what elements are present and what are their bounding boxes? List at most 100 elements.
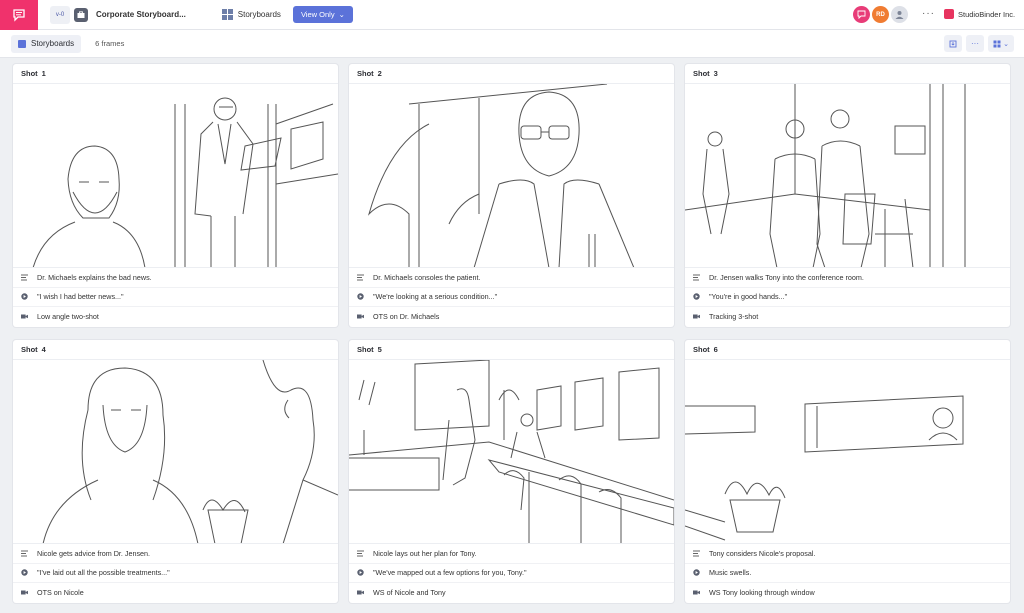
camera-text: OTS on Nicole: [37, 588, 84, 598]
collaborator-avatars: RD: [853, 6, 908, 23]
shot-card[interactable]: Shot 1 Dr. Michaels explains the bad news…: [13, 64, 338, 327]
shot-header: Shot 5: [349, 340, 674, 360]
camera-text: OTS on Dr. Michaels: [373, 312, 440, 322]
shot-number: 6: [713, 345, 718, 354]
shot-frame-image[interactable]: [685, 84, 1010, 268]
dialogue-text: "We've mapped out a few options for you,…: [373, 568, 527, 578]
video-camera-icon: [693, 313, 700, 320]
shot-card[interactable]: Shot 4 Nicole gets advice from Dr. Jensen…: [13, 340, 338, 603]
description-text: Nicole gets advice from Dr. Jensen.: [37, 548, 151, 558]
avatar[interactable]: RD: [872, 6, 889, 23]
sub-bar: Storyboards 6 frames ··· ⌄: [0, 30, 1024, 58]
shot-card[interactable]: Shot 3 Dr. Jensen walks Tony into the con…: [685, 64, 1010, 327]
text-lines-icon: [357, 274, 364, 281]
shot-card[interactable]: Shot 2 Dr. Michaels consoles the patient.…: [349, 64, 674, 327]
shot-label: Shot: [21, 345, 38, 354]
sketch-illustration: [349, 360, 674, 543]
frame-count: 6 frames: [95, 39, 125, 48]
text-lines-icon: [21, 274, 28, 281]
storyboards-tab[interactable]: Storyboards: [11, 34, 82, 53]
shot-description: Dr. Michaels consoles the patient.: [349, 268, 674, 288]
org-logo-icon: [944, 9, 954, 19]
nav-storyboards[interactable]: Storyboards: [238, 10, 281, 19]
shot-dialogue: "You're in good hands...": [685, 288, 1010, 307]
view-only-label: View Only: [300, 10, 335, 19]
description-text: Tony considers Nicole's proposal.: [709, 548, 816, 558]
storyboard-grid-icon: [221, 9, 233, 20]
shot-camera: Tracking 3-shot: [685, 307, 1010, 327]
shot-dialogue: "We're looking at a serious condition...…: [349, 288, 674, 307]
shot-number: 1: [41, 69, 46, 78]
shot-camera: WS Tony looking through window: [685, 583, 1010, 603]
shot-label: Shot: [693, 69, 710, 78]
play-circle-icon: [693, 293, 700, 300]
shot-camera: WS of Nicole and Tony: [349, 583, 674, 603]
dialogue-text: "We're looking at a serious condition...…: [373, 292, 498, 302]
layout-icon: [993, 40, 1001, 47]
shot-header: Shot 3: [685, 64, 1010, 84]
camera-text: WS of Nicole and Tony: [373, 588, 446, 598]
more-button[interactable]: ···: [966, 35, 984, 52]
chat-logo-icon: [13, 8, 25, 22]
top-bar: v-0 Corporate Storyboard... Storyboards …: [0, 0, 1024, 30]
shot-label: Shot: [693, 345, 710, 354]
sketch-illustration: [42, 360, 338, 543]
shot-frame-image[interactable]: [685, 360, 1010, 544]
text-lines-icon: [357, 550, 364, 557]
shot-camera: OTS on Nicole: [13, 583, 338, 603]
shot-dialogue: "I've laid out all the possible treatmen…: [13, 564, 338, 583]
play-circle-icon: [693, 569, 700, 576]
shot-frame-image[interactable]: [13, 84, 338, 268]
shot-description: Dr. Michaels explains the bad news.: [13, 268, 338, 288]
export-button[interactable]: [944, 35, 962, 52]
camera-text: WS Tony looking through window: [709, 588, 815, 598]
camera-text: Low angle two-shot: [37, 312, 99, 322]
user-photo-icon: [895, 11, 904, 19]
video-camera-icon: [357, 313, 364, 320]
shot-number: 5: [377, 345, 382, 354]
camera-text: Tracking 3-shot: [709, 312, 759, 322]
shot-dialogue: "I wish I had better news...": [13, 288, 338, 307]
description-text: Dr. Jensen walks Tony into the conferenc…: [709, 272, 864, 282]
avatar[interactable]: [891, 6, 908, 23]
shot-description: Nicole lays out her plan for Tony.: [349, 544, 674, 564]
layout-toggle-button[interactable]: ⌄: [988, 35, 1014, 52]
shot-card[interactable]: Shot 5 Nicole lays out her plan for Tony.: [349, 340, 674, 603]
shot-card[interactable]: Shot 6 Tony considers Nicole's proposal. …: [685, 340, 1010, 603]
shot-label: Shot: [21, 69, 38, 78]
shot-frame-image[interactable]: [349, 360, 674, 544]
description-text: Nicole lays out her plan for Tony.: [373, 548, 477, 558]
shot-frame-image[interactable]: [349, 84, 674, 268]
shot-camera: OTS on Dr. Michaels: [349, 307, 674, 327]
app-logo[interactable]: [0, 0, 38, 30]
shot-description: Tony considers Nicole's proposal.: [685, 544, 1010, 564]
play-circle-icon: [21, 569, 28, 576]
video-camera-icon: [357, 589, 364, 596]
shot-label: Shot: [357, 345, 374, 354]
version-badge[interactable]: v-0: [50, 5, 70, 24]
description-text: Dr. Michaels consoles the patient.: [373, 272, 481, 282]
sketch-illustration: [367, 84, 635, 267]
project-title[interactable]: Corporate Storyboard...: [96, 10, 186, 19]
shot-description: Nicole gets advice from Dr. Jensen.: [13, 544, 338, 564]
chevron-down-icon: ⌄: [1003, 40, 1009, 48]
shot-number: 4: [41, 345, 46, 354]
description-text: Dr. Michaels explains the bad news.: [37, 272, 152, 282]
text-lines-icon: [21, 550, 28, 557]
shot-description: Dr. Jensen walks Tony into the conferenc…: [685, 268, 1010, 288]
play-circle-icon: [357, 293, 364, 300]
org-switcher[interactable]: StudioBinder Inc.: [944, 9, 1015, 19]
shot-camera: Low angle two-shot: [13, 307, 338, 327]
view-only-button[interactable]: View Only ⌄: [292, 6, 353, 23]
ellipsis-icon: ···: [971, 39, 979, 48]
view-controls: ··· ⌄: [944, 35, 1014, 52]
avatar[interactable]: [853, 6, 870, 23]
dialogue-text: "I wish I had better news...": [37, 292, 124, 302]
text-lines-icon: [693, 274, 700, 281]
shot-dialogue: Music swells.: [685, 564, 1010, 583]
video-camera-icon: [21, 313, 28, 320]
more-options-icon[interactable]: ···: [922, 8, 935, 19]
shot-frame-image[interactable]: [13, 360, 338, 544]
dialogue-text: "You're in good hands...": [709, 292, 788, 302]
sketch-illustration: [32, 97, 338, 267]
